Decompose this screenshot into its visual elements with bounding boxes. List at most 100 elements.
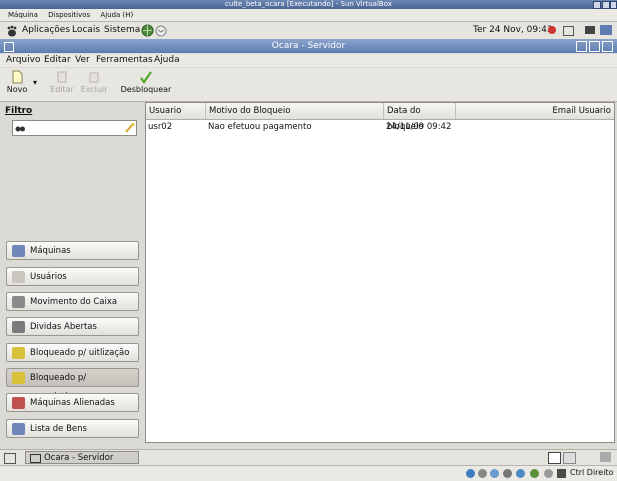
column-data[interactable]: Data do bloqueio — [384, 103, 456, 132]
novo-label: Novo — [6, 85, 28, 94]
cell-usuario: usr02 — [148, 122, 173, 132]
app-close-icon[interactable] — [602, 41, 613, 52]
vbox-menu-dispositivos[interactable]: Dispositivos — [48, 9, 90, 21]
gnome-top-panel: Aplicações Locais Sistema Ter 24 Nov, 09… — [0, 22, 617, 40]
nav-bloqueado-utilizacao-label: Bloqueado p/ uitlização — [30, 348, 130, 358]
nav-movimento-caixa[interactable]: Movimento do Caixa — [6, 292, 139, 311]
nav-bloqueado-utilizacao[interactable]: Bloqueado p/ uitlização — [6, 343, 139, 362]
excluir-button[interactable]: Excluir — [80, 70, 108, 94]
nav-maquinas-alienadas-label: Máquinas Alienadas — [30, 398, 115, 408]
vbox-close-icon[interactable] — [610, 1, 617, 9]
vbox-titlebar: culte_beta_ocara [Executando] - Sun Virt… — [0, 0, 617, 9]
folder-icon — [12, 321, 25, 333]
novo-dropdown-icon[interactable]: ▾ — [33, 78, 37, 87]
nav-movimento-caixa-label: Movimento do Caixa — [30, 297, 118, 307]
taskbar-window-button[interactable]: Ocara - Servidor — [25, 451, 139, 464]
menu-ferramentas[interactable]: Ferramentas — [96, 54, 153, 67]
vbox-maximize-icon[interactable] — [602, 1, 610, 9]
nav-maquinas[interactable]: Máquinas — [6, 241, 139, 260]
trash-icon[interactable] — [600, 452, 611, 462]
alienated-icon — [12, 397, 25, 409]
vbox-statusbar: Ctrl Direito — [0, 465, 617, 481]
screen-icon[interactable] — [585, 26, 595, 34]
column-email[interactable]: Email Usuario — [456, 103, 614, 119]
workspace-icon[interactable] — [600, 25, 612, 35]
keyboard-capture-icon[interactable] — [557, 469, 566, 478]
column-motivo[interactable]: Motivo do Bloqueio — [206, 103, 384, 119]
binoculars-icon[interactable] — [15, 123, 25, 133]
blocked-users-table: Usuario Motivo do Bloqueio Data do bloqu… — [145, 102, 615, 443]
mail-icon[interactable] — [155, 25, 167, 37]
vbox-title-text: culte_beta_ocara [Executando] - Sun Virt… — [225, 0, 392, 8]
editar-label: Editar — [50, 85, 74, 94]
desbloquear-label: Desbloquear — [120, 85, 172, 94]
table-header: Usuario Motivo do Bloqueio Data do bloqu… — [146, 103, 614, 132]
filter-input[interactable] — [12, 120, 137, 136]
edit-icon — [57, 71, 67, 83]
taskbar-window-label: Ocara - Servidor — [44, 453, 114, 463]
editar-button[interactable]: Editar — [49, 70, 75, 94]
vbox-minimize-icon[interactable] — [593, 1, 601, 9]
nav-bloqueado-emprestimo[interactable]: Bloqueado p/ empréstimo — [6, 368, 139, 402]
app-title-text: Ocara - Servidor — [271, 41, 346, 51]
nav-maquinas-alienadas[interactable]: Máquinas Alienadas — [6, 393, 139, 412]
gnome-clock[interactable]: Ter 24 Nov, 09:43 — [473, 22, 553, 39]
desbloquear-button[interactable]: Desbloquear — [119, 70, 173, 94]
workspace-1-icon[interactable] — [548, 452, 561, 464]
nav-usuarios[interactable]: Usuários — [6, 267, 139, 286]
novo-button[interactable]: Novo — [4, 70, 30, 94]
vbox-menubar: Máquina Dispositivos Ajuda (H) — [0, 9, 617, 22]
network-icon[interactable] — [503, 469, 512, 478]
vbox-menu-ajuda[interactable]: Ajuda (H) — [100, 9, 133, 21]
lock-icon — [12, 372, 25, 384]
menu-ajuda[interactable]: Ajuda — [154, 54, 180, 67]
gnome-bottom-panel: Ocara - Servidor — [0, 449, 617, 466]
show-desktop-icon[interactable] — [563, 26, 574, 36]
lock-icon — [12, 347, 25, 359]
workspace-2-icon[interactable] — [563, 452, 576, 464]
list-icon — [12, 423, 25, 435]
shared-folders-icon[interactable] — [530, 469, 539, 478]
nav-lista-bens-label: Lista de Bens — [30, 424, 87, 434]
excluir-label: Excluir — [80, 85, 108, 94]
globe-icon[interactable] — [141, 24, 154, 37]
window-menu-icon[interactable] — [4, 42, 14, 52]
toolbar: Novo ▾ Editar Excluir Desbloquear — [0, 68, 617, 102]
gears-icon — [12, 296, 25, 308]
gnome-menu-aplicacoes[interactable]: Aplicações — [22, 22, 70, 39]
app-maximize-icon[interactable] — [589, 41, 600, 52]
hdd-icon[interactable] — [466, 469, 475, 478]
volume-icon[interactable] — [548, 26, 556, 34]
new-document-icon — [12, 70, 23, 84]
gnome-menu-sistema[interactable]: Sistema — [104, 22, 140, 39]
mouse-integration-icon[interactable] — [544, 469, 553, 478]
gnome-menu-locais[interactable]: Locais — [72, 22, 100, 39]
show-desktop-icon[interactable] — [4, 453, 16, 464]
app-menubar: Arquivo Editar Ver Ferramentas Ajuda — [0, 54, 617, 67]
nav-lista-bens[interactable]: Lista de Bens — [6, 419, 139, 438]
cell-motivo: Nao efetuou pagamento — [208, 122, 312, 132]
menu-arquivo[interactable]: Arquivo — [6, 54, 40, 67]
vbox-menu-maquina[interactable]: Máquina — [8, 9, 38, 21]
nav-dividas-abertas[interactable]: Dividas Abertas — [6, 317, 139, 336]
column-usuario[interactable]: Usuario — [146, 103, 206, 119]
window-icon — [30, 454, 41, 463]
nav-dividas-abertas-label: Dividas Abertas — [30, 322, 97, 332]
trash-icon — [89, 72, 99, 83]
host-key-label: Ctrl Direito — [570, 468, 614, 477]
floppy-icon[interactable] — [490, 469, 499, 478]
usb-icon[interactable] — [516, 469, 525, 478]
app-minimize-icon[interactable] — [576, 41, 587, 52]
monitor-icon — [12, 245, 25, 257]
checkmark-icon — [140, 71, 152, 84]
gnome-foot-icon[interactable] — [6, 25, 18, 37]
filter-label: Filtro — [5, 106, 33, 116]
cell-data: 24/11/09 09:42 — [386, 122, 452, 132]
cdrom-icon[interactable] — [478, 469, 487, 478]
menu-ver[interactable]: Ver — [75, 54, 90, 67]
table-row[interactable]: usr02 Nao efetuou pagamento 24/11/09 09:… — [146, 120, 614, 134]
nav-maquinas-label: Máquinas — [30, 246, 71, 256]
users-icon — [12, 271, 25, 283]
menu-editar[interactable]: Editar — [44, 54, 71, 67]
clear-filter-icon[interactable] — [124, 122, 135, 133]
